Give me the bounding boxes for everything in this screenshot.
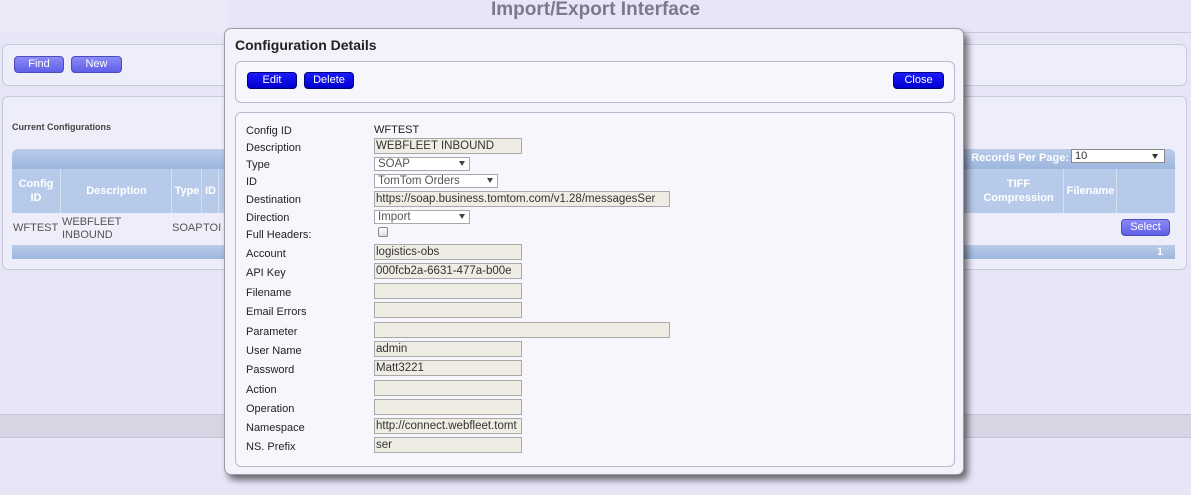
filename-field[interactable]	[374, 283, 522, 299]
full-headers-label: Full Headers:	[246, 229, 312, 241]
close-button[interactable]: Close	[893, 72, 944, 89]
chevron-down-icon	[487, 178, 493, 183]
new-button[interactable]: New	[71, 56, 122, 73]
direction-select-value: Import	[378, 211, 411, 223]
id-select[interactable]: TomTom Orders	[374, 174, 498, 188]
email-errors-field[interactable]	[374, 302, 522, 318]
find-button[interactable]: Find	[14, 56, 64, 73]
filename-label: Filename	[246, 287, 292, 299]
operation-label: Operation	[246, 403, 295, 415]
cell-type: SOAP	[172, 222, 203, 234]
section-title: Current Configurations	[12, 122, 111, 132]
edit-button[interactable]: Edit	[247, 72, 297, 89]
cell-id: TOI	[203, 222, 222, 234]
config-id-label: Config ID	[246, 125, 292, 137]
type-select[interactable]: SOAP	[374, 157, 470, 171]
action-label: Action	[246, 384, 277, 396]
description-field[interactable]: WEBFLEET INBOUND	[374, 138, 522, 154]
account-label: Account	[246, 248, 286, 260]
type-label: Type	[246, 159, 270, 171]
config-id-value: WFTEST	[374, 124, 420, 136]
destination-field[interactable]: https://soap.business.tomtom.com/v1.28/m…	[374, 191, 670, 207]
configuration-details-dialog: Configuration Details Edit Delete Close …	[224, 28, 964, 475]
dialog-form: Config ID WFTEST Description WEBFLEET IN…	[235, 112, 955, 467]
chevron-down-icon	[1152, 154, 1158, 159]
column-header-tiff-compression[interactable]: TIFF Compression	[974, 169, 1064, 213]
account-field[interactable]: logistics-obs	[374, 244, 522, 260]
user-name-field[interactable]: admin	[374, 341, 522, 357]
id-select-value: TomTom Orders	[378, 175, 460, 187]
description-label: Description	[246, 142, 302, 154]
namespace-field[interactable]: http://connect.webfleet.tomt	[374, 418, 522, 434]
records-per-page-value: 10	[1075, 150, 1088, 162]
column-header-id[interactable]: ID	[203, 169, 219, 213]
page-title: Import/Export Interface	[490, 0, 701, 20]
api-key-field[interactable]: 000fcb2a-6631-477a-b00e	[374, 263, 522, 279]
parameter-field[interactable]	[374, 322, 670, 338]
direction-select[interactable]: Import	[374, 210, 470, 224]
delete-button[interactable]: Delete	[304, 72, 354, 89]
action-field[interactable]	[374, 380, 522, 396]
full-headers-checkbox[interactable]	[378, 227, 388, 237]
ns-prefix-field[interactable]: ser	[374, 437, 522, 453]
records-per-page-select[interactable]: 10	[1071, 149, 1165, 163]
dialog-title: Configuration Details	[235, 37, 377, 53]
direction-label: Direction	[246, 212, 290, 224]
page-number[interactable]: 1	[1157, 245, 1163, 259]
api-key-label: API Key	[246, 267, 286, 279]
user-name-label: User Name	[246, 345, 302, 357]
namespace-label: Namespace	[246, 422, 305, 434]
column-header-type[interactable]: Type	[173, 169, 202, 213]
chevron-down-icon	[459, 161, 465, 166]
email-errors-label: Email Errors	[246, 306, 307, 318]
type-select-value: SOAP	[378, 158, 410, 170]
ns-prefix-label: NS. Prefix	[246, 441, 296, 453]
password-field[interactable]: Matt3221	[374, 360, 522, 376]
select-button[interactable]: Select	[1121, 219, 1170, 236]
parameter-label: Parameter	[246, 326, 298, 338]
destination-label: Destination	[246, 194, 302, 206]
operation-field[interactable]	[374, 399, 522, 415]
id-label: ID	[246, 176, 257, 188]
cell-description: WEBFLEET INBOUND	[62, 216, 122, 241]
password-label: Password	[246, 364, 295, 376]
cell-config-id: WFTEST	[13, 222, 59, 234]
column-header-config-id[interactable]: Config ID	[12, 169, 61, 213]
column-header-filename[interactable]: Filename	[1065, 169, 1117, 213]
column-header-description[interactable]: Description	[62, 169, 172, 213]
records-per-page-label: Records Per Page:	[971, 152, 1069, 164]
chevron-down-icon	[459, 214, 465, 219]
dialog-toolbar: Edit Delete Close	[235, 61, 955, 103]
